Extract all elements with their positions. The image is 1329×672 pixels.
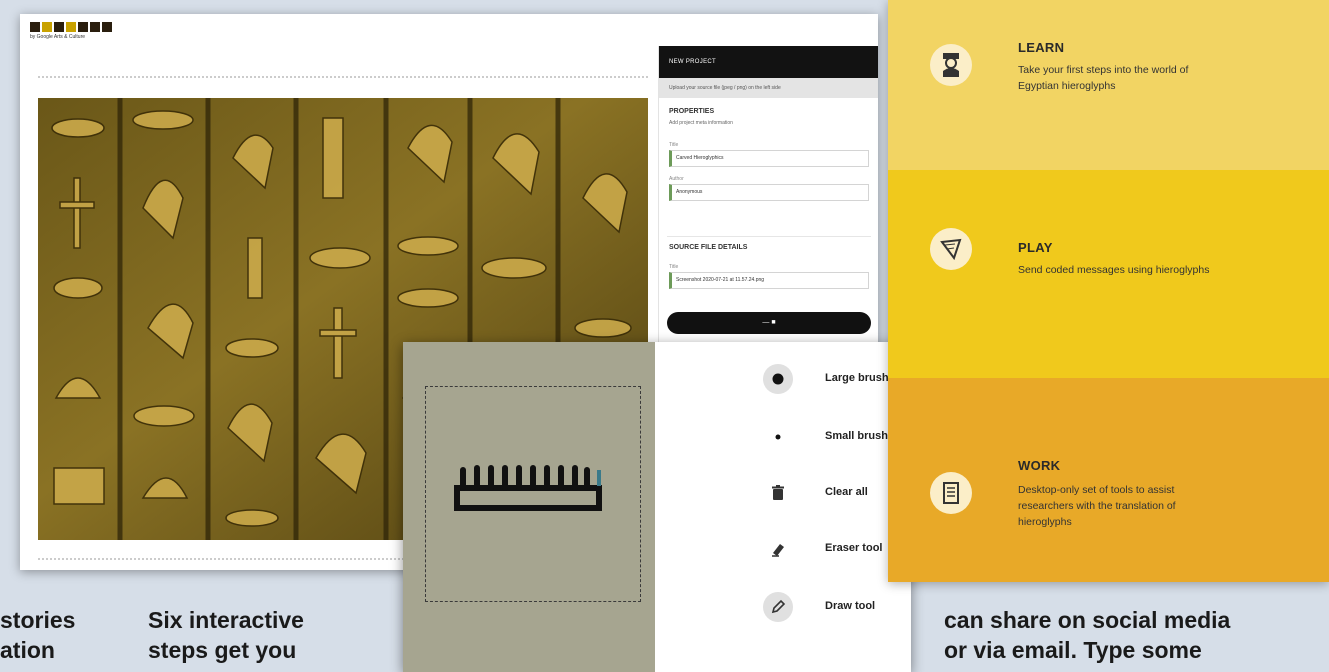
card-desc-line: Take your first steps into the world of [1018, 64, 1189, 76]
article-col2-line1: Six interactive [148, 607, 304, 633]
tool-clear-all[interactable]: Clear all [763, 478, 903, 508]
article-col3-line1: can share on social media [944, 607, 1231, 633]
card-title: WORK [1018, 458, 1061, 473]
tool-label: Draw tool [825, 600, 876, 612]
drawing-tools-screenshot: Large brush Small brush Clear all Eraser… [403, 342, 911, 672]
document-icon [930, 472, 972, 514]
tool-label: Small brush [825, 430, 888, 442]
eraser-icon [763, 534, 793, 564]
card-learn[interactable]: LEARN Take your first steps into the wor… [888, 0, 1329, 170]
panel-header: NEW PROJECT [659, 46, 878, 78]
tool-eraser[interactable]: Eraser tool [763, 534, 903, 564]
drawn-glyph [454, 465, 602, 511]
card-title: LEARN [1018, 40, 1065, 55]
tool-label: Large brush [825, 372, 889, 384]
article-col1-line1: stories [0, 607, 76, 633]
file-label: Title [669, 264, 679, 270]
title-label: Title [669, 142, 679, 148]
card-title: PLAY [1018, 240, 1053, 255]
large-brush-icon [763, 364, 793, 394]
arrow-icon: — ■ [762, 319, 776, 326]
card-desc-line: Egyptian hieroglyphs [1018, 80, 1116, 92]
article-col1-line2: ation [0, 637, 55, 663]
card-desc-line: hieroglyphs [1018, 516, 1072, 528]
project-side-panel: NEW PROJECT Upload your source file (jpe… [658, 46, 878, 376]
source-file-title: SOURCE FILE DETAILS [669, 244, 748, 251]
scholar-icon [930, 44, 972, 86]
card-play[interactable]: PLAY Send coded messages using hieroglyp… [888, 170, 1329, 378]
features-screenshot: LEARN Take your first steps into the wor… [888, 0, 1329, 582]
article-col3-line2: or via email. Type some [944, 637, 1202, 663]
tool-label: Eraser tool [825, 542, 883, 554]
tool-large-brush[interactable]: Large brush [763, 364, 903, 394]
small-brush-icon [763, 422, 793, 452]
logo-glyphs [30, 22, 112, 32]
submit-button[interactable]: — ■ [667, 312, 871, 334]
tool-label: Clear all [825, 486, 868, 498]
logo-subtitle: by Google Arts & Culture [30, 34, 86, 40]
file-field[interactable]: Screenshot 2020-07-21 at 11.57.24.png [669, 272, 869, 289]
author-field[interactable]: Anonymous [669, 184, 869, 201]
pen-icon [763, 592, 793, 622]
properties-title: PROPERTIES [669, 108, 715, 115]
article-col2-line2: steps get you [148, 637, 297, 663]
card-work[interactable]: WORK Desktop-only set of tools to assist… [888, 378, 1329, 582]
author-label: Author [669, 176, 684, 182]
tool-small-brush[interactable]: Small brush [763, 422, 903, 452]
properties-subtitle: Add project meta information [669, 120, 733, 126]
title-field[interactable]: Carved Hieroglyphics [669, 150, 869, 167]
trash-icon [763, 478, 793, 508]
fabricius-logo: by Google Arts & Culture [30, 22, 112, 40]
tool-draw[interactable]: Draw tool [763, 592, 903, 622]
card-desc-line: Desktop-only set of tools to assist [1018, 484, 1175, 496]
papyrus-icon [930, 228, 972, 270]
card-desc-line: Send coded messages using hieroglyphs [1018, 264, 1210, 276]
card-desc-line: researchers with the translation of [1018, 500, 1176, 512]
panel-divider [667, 236, 871, 237]
upload-hint: Upload your source file (jpeg / png) on … [659, 78, 878, 98]
drawing-canvas[interactable] [403, 342, 655, 672]
